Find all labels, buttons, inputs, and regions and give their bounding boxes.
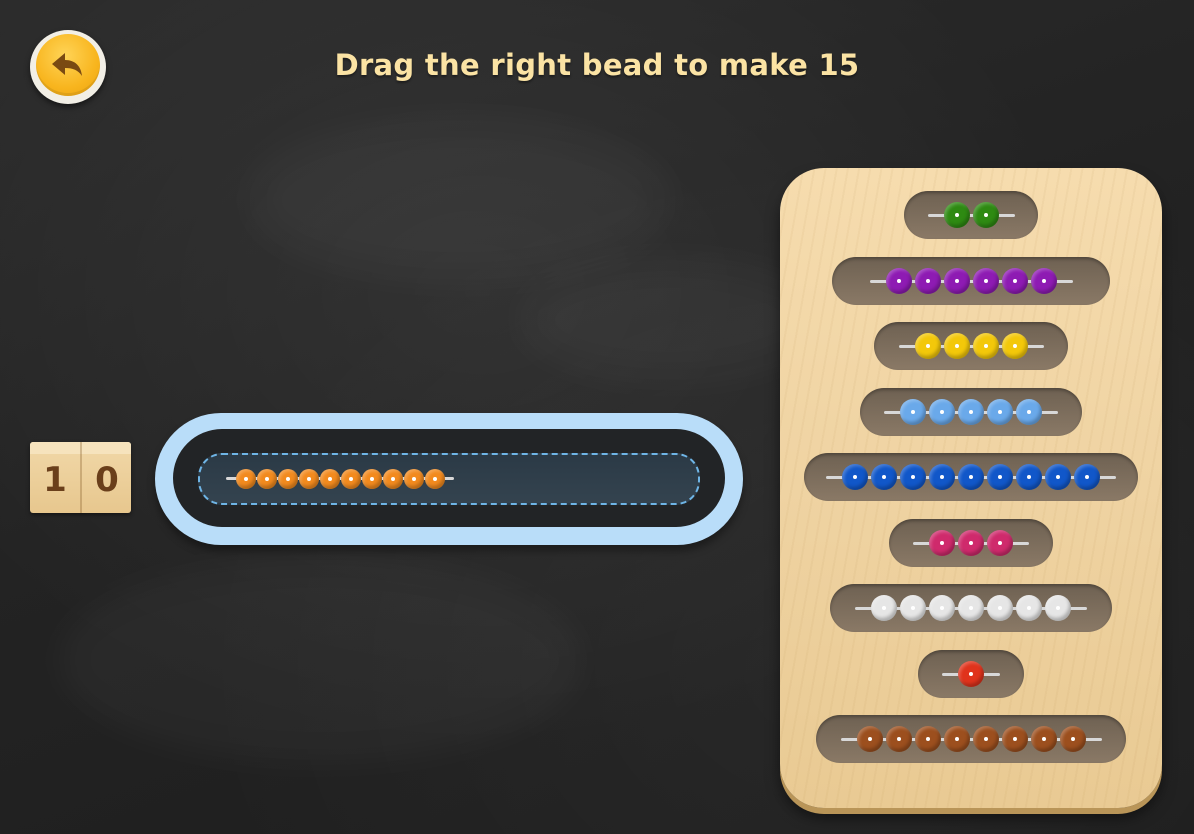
bead <box>943 202 970 228</box>
bead-rod-8[interactable] <box>816 715 1126 763</box>
bead <box>1016 464 1042 490</box>
bead <box>856 726 883 752</box>
bead <box>885 726 912 752</box>
bead <box>914 267 941 294</box>
bead-rod-6[interactable] <box>832 256 1110 305</box>
bead <box>1001 333 1028 359</box>
bead <box>1074 464 1100 490</box>
track-bead <box>257 469 277 489</box>
bead <box>958 529 984 556</box>
bead <box>1045 464 1071 490</box>
bead-rod-7[interactable] <box>830 584 1112 632</box>
bead <box>943 267 970 294</box>
track-bead <box>278 469 298 489</box>
bead <box>1059 726 1086 752</box>
bead <box>958 398 984 425</box>
track-bead <box>341 469 361 489</box>
track-bead <box>404 469 424 489</box>
bead-board <box>780 168 1162 808</box>
bead-rod-9[interactable] <box>804 453 1138 501</box>
bead-rod-1[interactable] <box>918 649 1024 698</box>
bead <box>900 595 926 621</box>
bead <box>943 333 970 359</box>
value-counter: 1 0 <box>30 442 131 513</box>
bead <box>943 726 970 752</box>
bead <box>929 464 955 490</box>
bead <box>871 595 897 621</box>
bead-rod-5[interactable] <box>860 387 1082 436</box>
rod-wire <box>927 214 1015 217</box>
bead <box>958 464 984 490</box>
bead-rod-4[interactable] <box>874 322 1068 370</box>
bead <box>958 660 984 687</box>
track-bead <box>425 469 445 489</box>
bead <box>972 267 999 294</box>
bead <box>929 398 955 425</box>
bead <box>972 202 999 228</box>
bead <box>1016 595 1042 621</box>
bead <box>987 529 1013 556</box>
bead-rod-3[interactable] <box>889 518 1053 567</box>
bead <box>929 595 955 621</box>
bead <box>1016 398 1042 425</box>
bead <box>987 464 1013 490</box>
bead <box>900 398 926 425</box>
track-bead <box>299 469 319 489</box>
counter-tens-digit: 1 <box>43 460 67 500</box>
bead <box>929 529 955 556</box>
bead <box>1045 595 1071 621</box>
bead <box>987 398 1013 425</box>
bead <box>987 595 1013 621</box>
bead <box>958 595 984 621</box>
bead-rod-2[interactable] <box>904 191 1038 239</box>
track-bead <box>236 469 256 489</box>
track-bead <box>383 469 403 489</box>
bead <box>914 726 941 752</box>
bead <box>1030 267 1057 294</box>
bead <box>914 333 941 359</box>
bead <box>871 464 897 490</box>
answer-track <box>155 413 743 545</box>
bead <box>900 464 926 490</box>
bead <box>972 726 999 752</box>
bead <box>1030 726 1057 752</box>
counter-ones-digit: 0 <box>95 460 119 500</box>
bead <box>1001 267 1028 294</box>
instruction-title: Drag the right bead to make 15 <box>334 48 860 82</box>
bead-drop-zone[interactable] <box>198 453 700 505</box>
track-bead <box>320 469 340 489</box>
bead <box>842 464 868 490</box>
bead <box>1001 726 1028 752</box>
bead <box>972 333 999 359</box>
bead <box>885 267 912 294</box>
track-bead <box>362 469 382 489</box>
